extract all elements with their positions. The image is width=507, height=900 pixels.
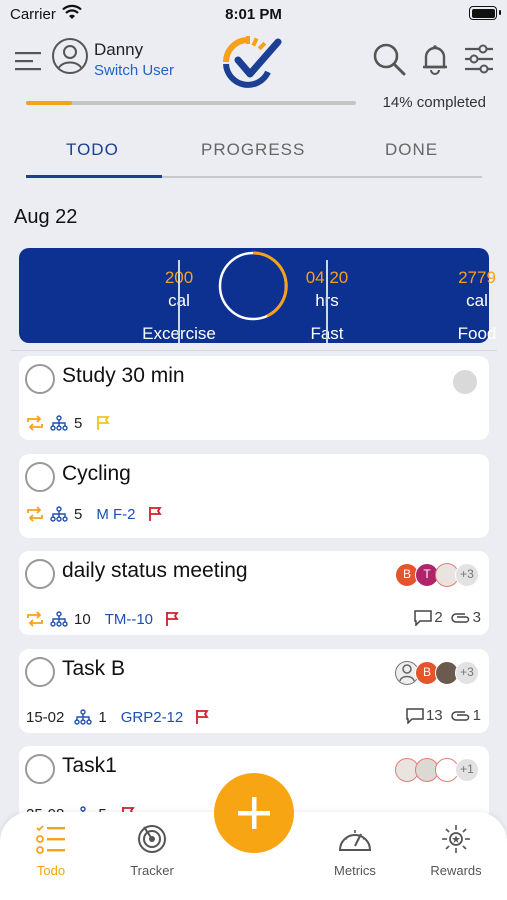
rewards-icon	[442, 825, 470, 853]
nav-label: Rewards	[430, 863, 482, 878]
subtask-count: 10	[74, 610, 91, 628]
subtask-count: 5	[74, 414, 83, 432]
nav-label: Metrics	[334, 863, 376, 878]
more-assignees: +1	[455, 758, 479, 782]
nav-todo[interactable]: Todo	[11, 824, 91, 878]
food-label: Food	[457, 324, 497, 343]
food-unit: cal	[466, 291, 488, 310]
task-title: Study 30 min	[62, 364, 185, 387]
task-meta: 10 TM--10	[26, 609, 185, 629]
nav-tracker[interactable]: Tracker	[112, 824, 192, 878]
complete-checkbox[interactable]	[25, 754, 55, 784]
nav-label: Todo	[36, 863, 66, 878]
due-date: 15-02	[26, 708, 65, 726]
task-meta: 15-02 1 GRP2-12	[26, 707, 215, 727]
task-code: GRP2-12	[120, 708, 184, 726]
nav-rewards[interactable]: Rewards	[416, 824, 496, 878]
flag-icon	[97, 416, 111, 430]
progress-label: 14% completed	[382, 94, 486, 111]
status-dot[interactable]	[453, 370, 477, 394]
attachment-icon	[450, 612, 469, 623]
user-name: Danny	[94, 40, 144, 59]
task-code: M F-2	[96, 505, 136, 523]
nav-label: Tracker	[130, 863, 174, 878]
subtasks-icon	[50, 415, 68, 431]
tab-bar: TODO PROGRESS DONE	[26, 130, 482, 180]
task-title: Cycling	[62, 462, 131, 485]
complete-checkbox[interactable]	[25, 657, 55, 687]
more-assignees: +3	[455, 563, 479, 587]
date-heading: Aug 22	[14, 206, 78, 228]
exercise-stat[interactable]: 200 cal Excercise	[19, 248, 216, 343]
subtasks-icon	[50, 611, 68, 627]
repeat-icon	[27, 611, 43, 627]
complete-checkbox[interactable]	[25, 364, 55, 394]
tab-active-indicator	[26, 175, 162, 178]
todo-list-icon	[36, 825, 65, 854]
repeat-icon	[27, 506, 43, 522]
subtasks-icon	[50, 506, 68, 522]
menu-icon[interactable]	[14, 50, 42, 72]
task-card[interactable]: Task B B +3 15-02 1 GRP2-12 13 1	[19, 649, 489, 733]
divider	[10, 350, 497, 351]
task-counts: 2 3	[406, 609, 481, 626]
tab-todo[interactable]: TODO	[66, 140, 119, 160]
status-bar: Carrier 8:01 PM	[0, 0, 507, 30]
task-card[interactable]: daily status meeting B T +3 10 TM--10 2 …	[19, 551, 489, 635]
subtask-count: 1	[98, 708, 107, 726]
assignee-avatars[interactable]: B +3	[395, 661, 479, 685]
flag-icon	[166, 612, 179, 626]
more-assignees: +3	[455, 661, 479, 685]
task-meta: 5 M F-2	[26, 504, 168, 524]
plus-icon	[238, 797, 270, 829]
progress-fill	[26, 101, 73, 105]
repeat-icon	[27, 415, 43, 431]
progress-track	[26, 101, 356, 105]
clock: 8:01 PM	[225, 6, 282, 23]
task-card[interactable]: Study 30 min 5	[19, 356, 489, 440]
complete-checkbox[interactable]	[25, 462, 55, 492]
logo	[223, 36, 282, 88]
battery-icon	[469, 6, 501, 20]
app-header: Danny Switch User	[0, 36, 507, 88]
switch-user-link[interactable]: Switch User	[94, 62, 174, 79]
task-title: Task B	[62, 657, 126, 680]
nav-metrics[interactable]: Metrics	[315, 824, 395, 878]
filter-icon[interactable]	[462, 42, 496, 76]
search-icon[interactable]	[372, 42, 406, 76]
flag-icon	[148, 507, 162, 521]
add-task-button[interactable]	[214, 773, 294, 853]
tracker-icon	[138, 825, 166, 853]
complete-checkbox[interactable]	[25, 559, 55, 589]
food-stat[interactable]: 2779 cal Food	[327, 248, 497, 343]
task-meta: 5	[26, 413, 116, 433]
speedometer-icon	[338, 830, 372, 851]
subtask-count: 5	[74, 505, 83, 523]
attachment-icon	[450, 710, 469, 721]
task-title: daily status meeting	[62, 559, 248, 582]
tab-done[interactable]: DONE	[385, 140, 438, 160]
subtasks-icon	[74, 709, 93, 725]
comment-icon	[406, 707, 424, 724]
food-value: 2779	[458, 268, 496, 287]
comment-count: 2	[434, 609, 443, 626]
completion-progress: 14% completed	[26, 94, 486, 114]
comment-count: 13	[425, 707, 443, 724]
daily-stats-panel: 200 cal Excercise 04:20 hrs Fast 2779 ca…	[19, 248, 497, 343]
avatar-icon[interactable]	[52, 38, 88, 74]
fast-stat[interactable]: 04:20 hrs Fast	[179, 248, 349, 343]
assignee-avatars[interactable]: B T +3	[395, 563, 479, 587]
task-card[interactable]: Cycling 5 M F-2	[19, 454, 489, 538]
task-title: Task1	[62, 754, 117, 777]
tab-progress[interactable]: PROGRESS	[201, 140, 305, 160]
attachment-count: 3	[472, 609, 481, 626]
flag-icon	[196, 710, 209, 724]
attachment-count: 1	[472, 707, 481, 724]
comment-icon	[414, 609, 433, 626]
task-counts: 13 1	[398, 707, 481, 724]
task-code: TM--10	[104, 610, 154, 628]
bell-icon[interactable]	[418, 42, 452, 76]
assignee-avatars[interactable]: +1	[395, 758, 479, 782]
